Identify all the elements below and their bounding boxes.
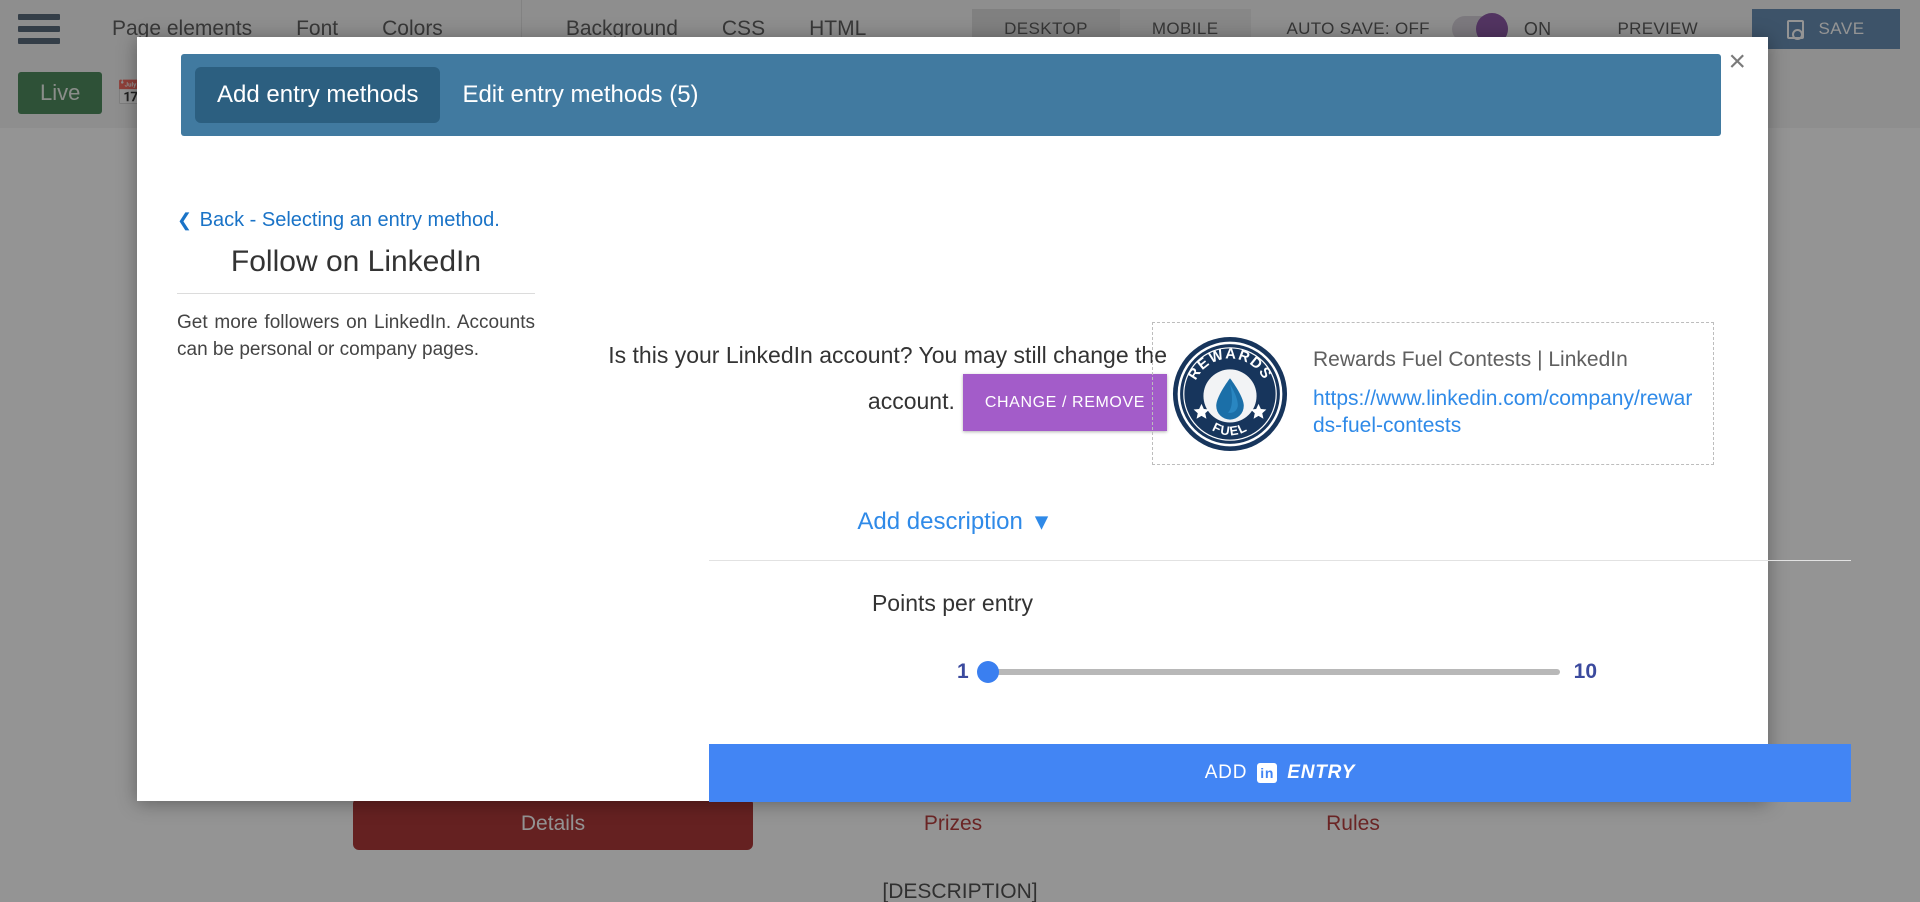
add-entry-suffix: ENTRY [1287,762,1356,783]
slider-track[interactable] [976,661,1560,683]
close-icon[interactable]: × [1728,47,1746,77]
tab-edit-entry-methods[interactable]: Edit entry methods (5) [440,67,720,123]
linkedin-in-icon: in [1257,763,1278,783]
screen-root: Page elements Font Colors Background CSS… [0,0,1920,902]
add-entry-prefix: ADD [1204,762,1248,783]
linked-account-card[interactable]: REWARDS FUEL Rewards Fuel Contests | Lin… [1152,322,1714,465]
chevron-left-icon: ❮ [177,210,193,230]
slider-thumb[interactable] [976,661,999,683]
entry-method-info-panel: Follow on LinkedIn Get more followers on… [177,245,535,364]
rewards-fuel-logo-icon: REWARDS FUEL [1171,335,1289,453]
back-link[interactable]: ❮ Back - Selecting an entry method. [177,209,500,232]
entry-method-title: Follow on LinkedIn [230,245,482,278]
add-description-toggle[interactable]: Add description ▾ [137,507,1768,536]
points-per-entry-label: Points per entry [871,590,1034,616]
section-divider [709,560,1851,561]
title-divider [177,293,535,294]
modal-tabs: Add entry methods Edit entry methods (5) [181,54,1721,136]
slider-max-label: 10 [1573,660,1597,683]
linked-account-text: Rewards Fuel Contests | LinkedIn https:/… [1313,347,1695,440]
linked-account-url[interactable]: https://www.linkedin.com/company/rewards… [1313,386,1695,440]
points-per-entry-slider[interactable]: 1 10 [957,652,1597,692]
slider-min-label: 1 [957,660,969,683]
modal-body: ❮ Back - Selecting an entry method. Foll… [137,147,1851,802]
change-remove-button[interactable]: CHANGE / REMOVE [962,373,1167,432]
tab-add-entry-methods[interactable]: Add entry methods [195,67,441,123]
chevron-down-icon: ▾ [1035,508,1048,535]
add-entry-button[interactable]: ADD in ENTRY [709,744,1851,802]
add-description-label: Add description [857,508,1023,535]
entry-method-modal: × Add entry methods Edit entry methods (… [137,37,1851,802]
account-question-row: Is this your LinkedIn account? You may s… [567,337,1167,432]
linked-account-title: Rewards Fuel Contests | LinkedIn [1313,348,1628,372]
back-link-label: Back - Selecting an entry method. [199,209,500,231]
entry-method-description: Get more followers on LinkedIn. Accounts… [177,312,535,360]
